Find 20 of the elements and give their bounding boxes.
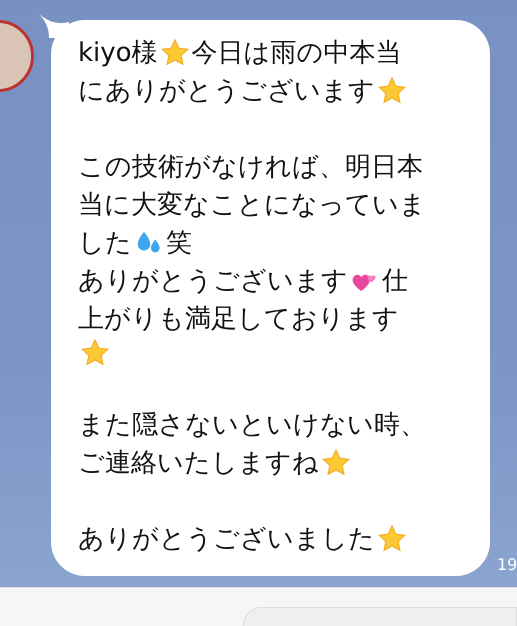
glowing-star-icon	[321, 448, 351, 478]
glowing-star-icon	[377, 76, 407, 106]
message-text: した	[78, 227, 132, 260]
message-text: ご連絡いたしますね	[78, 447, 319, 480]
message-text: この技術がなければ、明日本	[78, 151, 423, 184]
glowing-star-icon	[80, 338, 110, 368]
glowing-star-icon	[377, 524, 407, 554]
message-text: kiyo様	[78, 37, 158, 70]
message-text: また隠さないといけない時、	[78, 409, 426, 442]
message-text: 当に大変なことになっていま	[78, 189, 426, 222]
message-text: ありがとうございます	[78, 265, 348, 298]
message-text: 笑	[166, 227, 192, 260]
message-time: 19	[497, 555, 517, 574]
message-text: にありがとうございます	[78, 75, 375, 108]
message-text: 上がりも満足しております	[78, 303, 399, 336]
message-input-field[interactable]	[243, 607, 517, 626]
glowing-star-icon	[160, 38, 190, 68]
message-text: ありがとうございました	[78, 523, 375, 556]
message-text: 今日は雨の中本当	[192, 37, 402, 70]
message-text: 仕	[382, 265, 408, 298]
